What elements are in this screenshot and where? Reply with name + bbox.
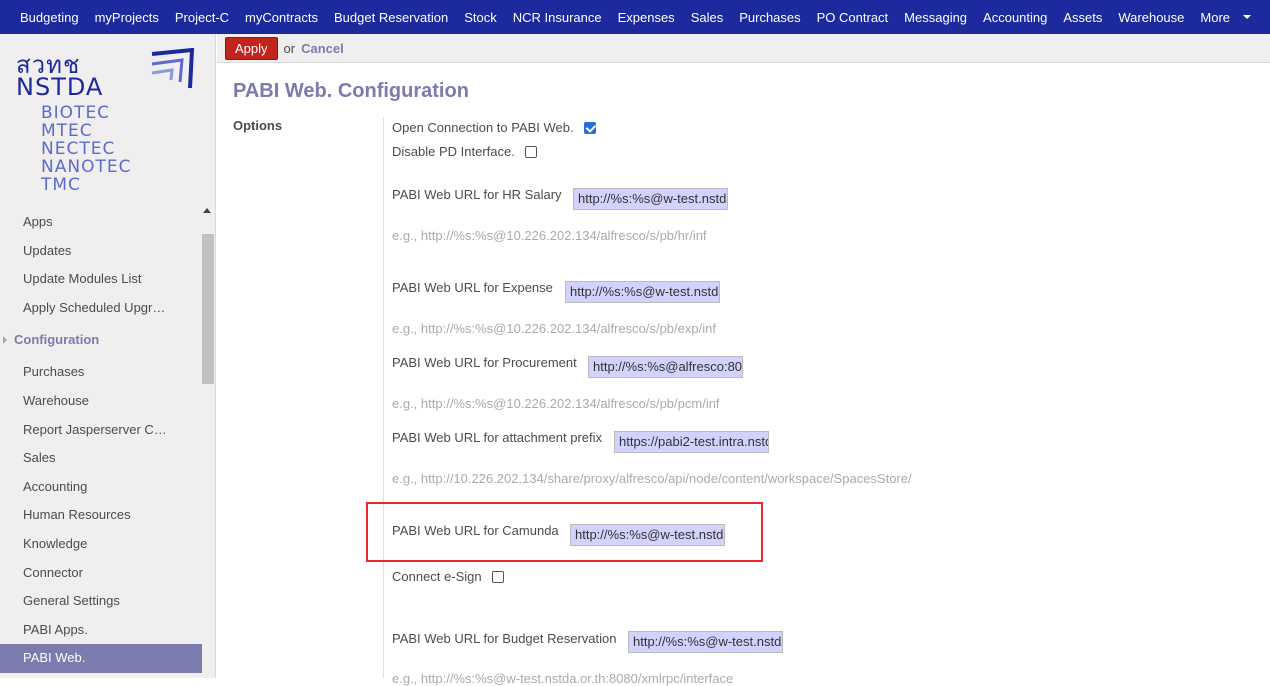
menu-item-purchases[interactable]: Purchases xyxy=(731,10,808,25)
attachment-hint: e.g., http://10.226.202.134/share/proxy/… xyxy=(392,471,912,486)
logo-line-tmc: TMC xyxy=(41,175,81,195)
sidebar-item-purchases[interactable]: Purchases xyxy=(0,358,202,387)
esign-checkbox[interactable] xyxy=(491,570,504,583)
menu-item-sales[interactable]: Sales xyxy=(683,10,732,25)
sidebar-item-update-modules-list[interactable]: Update Modules List xyxy=(0,265,202,294)
menu-item-assets[interactable]: Assets xyxy=(1055,10,1110,25)
divider xyxy=(383,117,384,678)
logo-line-nectec: NECTEC xyxy=(41,139,116,159)
menu-item-stock[interactable]: Stock xyxy=(456,10,505,25)
logo-line-biotec: BIOTEC xyxy=(41,103,111,123)
open-connection-label: Open Connection to PABI Web. xyxy=(392,120,574,135)
esign-field: Connect e-Sign xyxy=(392,569,504,584)
esign-label: Connect e-Sign xyxy=(392,569,482,584)
action-bar: Apply or Cancel xyxy=(217,34,1270,63)
menu-item-budget-reservation[interactable]: Budget Reservation xyxy=(326,10,456,25)
hr-salary-url-input[interactable]: http://%s:%s@w-test.nstda.or.th xyxy=(573,188,728,210)
sidebar-item-pabi-apps[interactable]: PABI Apps. xyxy=(0,616,202,645)
apply-button[interactable]: Apply xyxy=(225,36,278,60)
sidebar-nav: Apps Updates Update Modules List Apply Sche… xyxy=(0,208,202,673)
sidebar-item-knowledge[interactable]: Knowledge xyxy=(0,530,202,559)
hr-salary-label: PABI Web URL for HR Salary xyxy=(392,187,562,202)
menu-item-expenses[interactable]: Expenses xyxy=(610,10,683,25)
menu-item-messaging[interactable]: Messaging xyxy=(896,10,975,25)
sidebar-scrollbar[interactable] xyxy=(202,234,214,384)
sidebar-item-connector[interactable]: Connector xyxy=(0,559,202,588)
budget-reservation-hint: e.g., http://%s:%s@w-test.nstda.or.th:80… xyxy=(392,671,734,686)
highlight-box xyxy=(366,502,763,562)
procurement-hint: e.g., http://%s:%s@10.226.202.134/alfres… xyxy=(392,396,720,411)
sidebar-item-pabi-web[interactable]: PABI Web. xyxy=(0,644,202,673)
sidebar-section-configuration[interactable]: Configuration xyxy=(0,322,202,358)
sidebar-item-sales[interactable]: Sales xyxy=(0,444,202,473)
menu-item-more[interactable]: More xyxy=(1192,10,1238,25)
institute-list: BIOTEC MTEC NECTEC NANOTEC TMC xyxy=(41,104,131,194)
sidebar-item-accounting[interactable]: Accounting xyxy=(0,473,202,502)
disable-pd-label: Disable PD Interface. xyxy=(392,144,515,159)
top-menu-bar: Budgeting myProjects Project-C myContracts B… xyxy=(0,0,1270,34)
sidebar-item-apps[interactable]: Apps xyxy=(0,208,202,237)
nstda-logo-mark: สวทช NSTDA xyxy=(16,53,104,101)
menu-item-project-c[interactable]: Project-C xyxy=(167,10,237,25)
disable-pd-checkbox[interactable] xyxy=(524,145,537,158)
caret-down-icon xyxy=(1243,15,1252,19)
or-text: or xyxy=(283,40,296,56)
nstda-logo: สวทช NSTDA BIOTEC MTEC NECTEC NANOTEC TMC xyxy=(14,48,204,208)
open-connection-checkbox[interactable] xyxy=(583,121,596,134)
attachment-url-input[interactable]: https://pabi2-test.intra.nstda.or.th xyxy=(614,431,769,453)
options-label: Options xyxy=(233,118,283,133)
procurement-label: PABI Web URL for Procurement xyxy=(392,355,577,370)
menu-item-ncr-insurance[interactable]: NCR Insurance xyxy=(505,10,610,25)
menu-item-accounting[interactable]: Accounting xyxy=(975,10,1055,25)
expense-hint: e.g., http://%s:%s@10.226.202.134/alfres… xyxy=(392,321,716,336)
expense-url-input[interactable]: http://%s:%s@w-test.nstda.or.th xyxy=(565,281,720,303)
nstda-logo-icon xyxy=(151,48,195,89)
menu-item-myprojects[interactable]: myProjects xyxy=(87,10,167,25)
budget-reservation-label: PABI Web URL for Budget Reservation xyxy=(392,631,617,646)
menu-item-budgeting[interactable]: Budgeting xyxy=(12,10,87,25)
page-title: PABI Web. Configuration xyxy=(233,80,469,102)
sidebar-item-report-jasperserver-c[interactable]: Report Jasperserver C… xyxy=(0,416,202,445)
logo-mark-line: NSTDA xyxy=(16,73,104,101)
cancel-link[interactable]: Cancel xyxy=(301,41,344,56)
hr-salary-hint: e.g., http://%s:%s@10.226.202.134/alfres… xyxy=(392,228,707,243)
expense-label: PABI Web URL for Expense xyxy=(392,280,553,295)
logo-line-mtec: MTEC xyxy=(41,121,93,141)
scroll-up-arrow-icon[interactable] xyxy=(203,208,211,213)
sidebar: สวทช NSTDA BIOTEC MTEC NECTEC NANOTEC TMC App… xyxy=(0,34,216,678)
disable-pd-field: Disable PD Interface. xyxy=(392,144,537,159)
menu-item-mycontracts[interactable]: myContracts xyxy=(237,10,326,25)
sidebar-item-apply-scheduled-upgr[interactable]: Apply Scheduled Upgr… xyxy=(0,294,202,323)
main-content: Apply or Cancel PABI Web. Configuration … xyxy=(217,34,1270,686)
sidebar-item-updates[interactable]: Updates xyxy=(0,237,202,266)
procurement-url-input[interactable]: http://%s:%s@alfresco:8080 xyxy=(588,356,743,378)
caret-right-icon xyxy=(3,336,7,345)
logo-line-nanotec: NANOTEC xyxy=(41,157,132,177)
menu-item-po-contract[interactable]: PO Contract xyxy=(809,10,897,25)
sidebar-item-general-settings[interactable]: General Settings xyxy=(0,587,202,616)
attachment-label: PABI Web URL for attachment prefix xyxy=(392,430,603,445)
open-connection-field: Open Connection to PABI Web. xyxy=(392,120,596,135)
budget-reservation-url-input[interactable]: http://%s:%s@w-test.nstda.or.th xyxy=(628,631,783,653)
sidebar-item-human-resources[interactable]: Human Resources xyxy=(0,501,202,530)
sidebar-item-warehouse[interactable]: Warehouse xyxy=(0,387,202,416)
menu-item-warehouse[interactable]: Warehouse xyxy=(1110,10,1192,25)
sidebar-section-label: Configuration xyxy=(14,332,100,348)
